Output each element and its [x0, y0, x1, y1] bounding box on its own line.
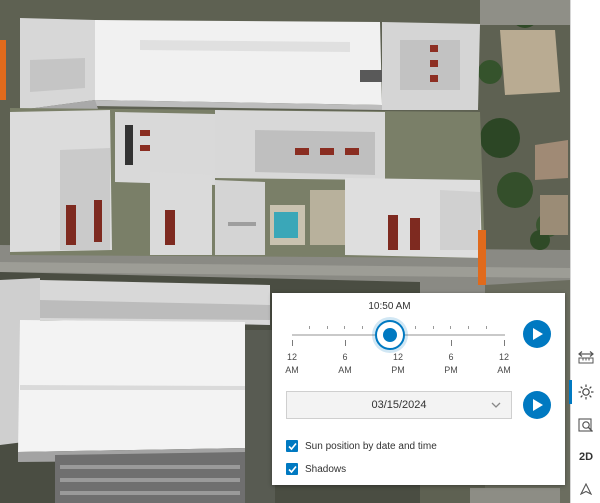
slider-minor-tick	[344, 326, 345, 329]
daylight-icon	[578, 384, 594, 400]
date-picker[interactable]: 03/15/2024	[286, 391, 512, 419]
slider-minor-tick	[415, 326, 416, 329]
daylight-button[interactable]	[569, 378, 600, 406]
measure-button[interactable]	[571, 343, 600, 371]
view-2d-toggle[interactable]: 2D	[571, 443, 600, 471]
map-search-button[interactable]	[571, 411, 600, 439]
play-icon	[533, 328, 543, 340]
scene-viewer-app: 10:50 AM 12 AM 6 AM 12 PM 6 PM 12 AM 03/…	[0, 0, 600, 503]
shadows-label: Shadows	[305, 463, 347, 475]
slider-minor-tick	[433, 326, 434, 329]
tick-label-12am-end: 12 AM	[497, 352, 511, 375]
compass-button[interactable]	[571, 475, 600, 503]
tick-label-6pm: 6 PM	[444, 352, 458, 375]
time-slider-thumb[interactable]	[375, 320, 405, 350]
slider-minor-tick	[486, 326, 487, 329]
scene-toolbar: 2D	[569, 0, 600, 503]
slider-minor-tick	[309, 326, 310, 329]
sun-position-checkbox[interactable]	[286, 440, 298, 452]
chevron-down-icon	[491, 402, 501, 408]
slider-major-tick	[345, 340, 346, 346]
slider-major-tick	[504, 340, 505, 346]
date-value: 03/15/2024	[371, 399, 427, 411]
play-icon	[533, 399, 543, 411]
slider-major-tick	[451, 340, 452, 346]
view-2d-label: 2D	[578, 451, 594, 463]
daylight-panel: 10:50 AM 12 AM 6 AM 12 PM 6 PM 12 AM 03/…	[272, 293, 565, 485]
sun-position-option[interactable]: Sun position by date and time	[286, 440, 437, 452]
checkmark-icon	[287, 465, 297, 473]
current-time-label: 10:50 AM	[368, 301, 411, 312]
shadows-checkbox[interactable]	[286, 463, 298, 475]
sun-position-label: Sun position by date and time	[305, 440, 437, 452]
tick-label-6am: 6 AM	[338, 352, 352, 375]
slider-minor-tick	[362, 326, 363, 329]
compass-icon	[580, 483, 592, 495]
shadows-option[interactable]: Shadows	[286, 463, 346, 475]
play-date-button[interactable]	[523, 391, 551, 419]
measure-icon	[578, 351, 594, 364]
tick-label-12am: 12 AM	[285, 352, 299, 375]
slider-major-tick	[292, 340, 293, 346]
play-time-button[interactable]	[523, 320, 551, 348]
slider-minor-tick	[450, 326, 451, 329]
map-search-icon	[578, 418, 593, 432]
slider-minor-tick	[468, 326, 469, 329]
slider-minor-tick	[327, 326, 328, 329]
checkmark-icon	[287, 442, 297, 450]
tick-label-12pm: 12 PM	[391, 352, 405, 375]
